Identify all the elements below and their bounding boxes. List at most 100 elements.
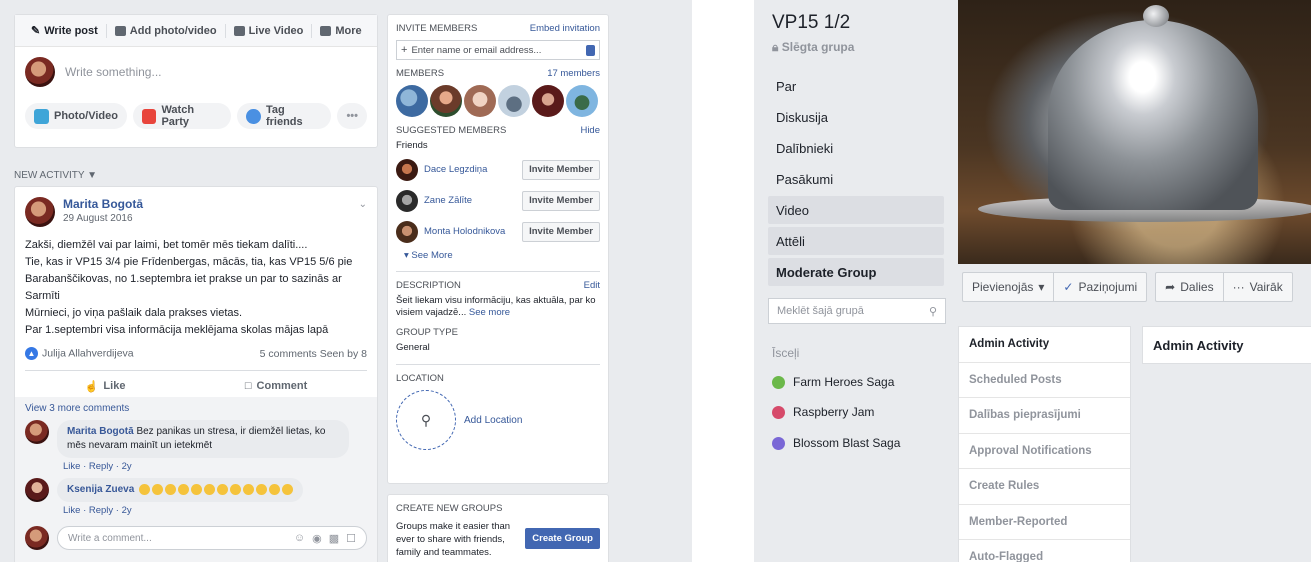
avatar[interactable] [25, 478, 49, 502]
member-avatar[interactable] [498, 85, 530, 117]
comment-input[interactable]: Write a comment... ☺ ◉ ▩ ☐ [57, 526, 367, 550]
joined-dropdown-button[interactable]: Pievienojās ▾ [963, 273, 1055, 301]
avatar[interactable] [396, 158, 418, 181]
friends-label: Friends [396, 140, 428, 151]
tab-write-post-label: Write post [44, 24, 98, 37]
description-see-more-link[interactable]: See more [469, 307, 510, 318]
group-type-header: GROUP TYPE [388, 327, 608, 338]
post-author[interactable]: Marita Bogotā [63, 197, 143, 211]
group-search-input[interactable]: Meklēt šajā grupā ⚲ [768, 298, 946, 324]
comment-actions[interactable]: Like · Reply · 2y [63, 461, 367, 472]
composer-input[interactable]: Write something... [65, 65, 161, 79]
nav-item-video[interactable]: Video [768, 196, 944, 224]
group-cover-photo[interactable] [958, 0, 1311, 264]
member-avatar[interactable] [464, 85, 496, 117]
admin-item-create-rules[interactable]: Create Rules [959, 469, 1130, 505]
tab-add-photo-video[interactable]: Add photo/video [107, 15, 225, 47]
chevron-down-icon[interactable]: ⌄ [359, 199, 367, 210]
member-avatar[interactable] [396, 85, 428, 117]
invite-member-button[interactable]: Invite Member [522, 221, 600, 242]
members-count-link[interactable]: 17 members [547, 68, 600, 79]
admin-item-member-reported[interactable]: Member-Reported [959, 505, 1130, 540]
nav-item-members[interactable]: Dalībnieki [768, 134, 944, 162]
member-avatar[interactable] [566, 85, 598, 117]
admin-item-membership-requests[interactable]: Dalības pieprasījumi [959, 398, 1130, 434]
comment-author[interactable]: Marita Bogotā [67, 426, 134, 437]
reactions-summary[interactable]: ▲ Julija Allahverdijeva [25, 347, 134, 360]
avatar[interactable] [25, 57, 55, 87]
invite-member-button[interactable]: Invite Member [522, 159, 600, 180]
shortcut-blossom-blast[interactable]: Blossom Blast Saga [772, 433, 900, 453]
tab-live-video[interactable]: Live Video [226, 15, 312, 47]
embed-invitation-link[interactable]: Embed invitation [530, 23, 600, 34]
member-avatar[interactable] [532, 85, 564, 117]
edit-description-link[interactable]: Edit [584, 280, 600, 291]
nav-item-about[interactable]: Par [768, 72, 944, 100]
comment-button[interactable]: □ Comment [245, 380, 307, 392]
add-location-link[interactable]: Add Location [464, 415, 522, 426]
nav-item-photos[interactable]: Attēli [768, 227, 944, 255]
comments-seen-count[interactable]: 5 comments Seen by 8 [260, 348, 367, 360]
shortcut-raspberry-jam[interactable]: Raspberry Jam [772, 402, 874, 422]
avatar[interactable] [396, 220, 418, 243]
new-activity-dropdown[interactable]: NEW ACTIVITY ▼ [14, 170, 97, 181]
comment-author[interactable]: Ksenija Zueva [67, 484, 134, 495]
gif-icon[interactable]: ▩ [329, 532, 339, 545]
watch-party-button[interactable]: Watch Party [132, 103, 232, 129]
admin-item-scheduled-posts[interactable]: Scheduled Posts [959, 363, 1130, 398]
address-book-icon[interactable] [586, 44, 595, 56]
crying-emoji-icon [230, 483, 242, 495]
post-line: Barabanščikovas, no 1.septembra iet prak… [25, 273, 342, 302]
admin-item-activity[interactable]: Admin Activity [959, 327, 1130, 363]
hide-suggestions-link[interactable]: Hide [580, 125, 600, 136]
post-line: Tie, kas ir VP15 3/4 pie Frīdenbergas, m… [25, 256, 353, 268]
post-date[interactable]: 29 August 2016 [63, 213, 143, 224]
notifications-button[interactable]: ✓ Paziņojumi [1054, 273, 1146, 301]
avatar[interactable] [396, 189, 418, 212]
tab-live-video-label: Live Video [248, 24, 304, 37]
emoji-icon[interactable]: ☺ [294, 532, 305, 545]
tab-write-post[interactable]: ✎ Write post [23, 15, 106, 47]
more-options-label: ••• [346, 110, 358, 122]
photo-video-button[interactable]: Photo/Video [25, 103, 127, 129]
invite-members-input[interactable]: + Enter name or email address... [396, 40, 600, 60]
crying-emoji-icon [217, 483, 229, 495]
nav-item-moderate-group[interactable]: Moderate Group [768, 258, 944, 286]
suggested-member-name[interactable]: Zane Zālīte [424, 195, 472, 206]
cover-bell-dome [1048, 20, 1258, 210]
shortcut-label: Farm Heroes Saga [793, 375, 895, 389]
more-grid-icon [320, 25, 332, 36]
shortcut-label: Raspberry Jam [793, 405, 875, 419]
tag-friends-button[interactable]: Tag friends [237, 103, 332, 129]
shortcut-farm-heroes[interactable]: Farm Heroes Saga [772, 372, 894, 392]
comment: Ksenija Zueva [25, 478, 367, 502]
avatar[interactable] [25, 420, 49, 444]
sticker-icon[interactable]: ☐ [346, 532, 356, 545]
suggested-member-name[interactable]: Dace Legzdiņa [424, 164, 487, 175]
group-title[interactable]: VP15 1/2 [772, 12, 850, 34]
nav-item-events[interactable]: Pasākumi [768, 165, 944, 193]
share-button[interactable]: ➦ Dalies [1156, 273, 1224, 301]
like-button[interactable]: ☝ Like [85, 380, 126, 393]
admin-item-auto-flagged[interactable]: Auto-Flagged [959, 540, 1130, 562]
suggested-member-info: Dace Legzdiņa [396, 158, 487, 181]
view-more-comments-link[interactable]: View 3 more comments [25, 403, 367, 414]
tab-more[interactable]: More [312, 15, 369, 47]
nav-item-discussion[interactable]: Diskusija [768, 103, 944, 131]
invite-member-button[interactable]: Invite Member [522, 190, 600, 211]
avatar[interactable] [25, 197, 55, 227]
suggested-member: Zane Zālīte Invite Member [388, 182, 608, 213]
suggested-member-name[interactable]: Monta Holodnikova [424, 226, 505, 237]
see-more-link[interactable]: ▾ See More [388, 244, 608, 261]
search-icon[interactable]: ⚲ [929, 305, 937, 318]
member-avatar[interactable] [430, 85, 462, 117]
camera-icon[interactable]: ◉ [312, 532, 322, 545]
create-group-button[interactable]: Create Group [525, 528, 600, 549]
more-options-button[interactable]: ••• [337, 103, 367, 129]
crying-emoji-icon [178, 483, 190, 495]
location-pin-icon[interactable]: ⚲ [396, 390, 456, 450]
like-label: Like [103, 380, 126, 392]
more-button[interactable]: ··· Vairāk [1224, 273, 1292, 301]
comment-actions[interactable]: Like · Reply · 2y [63, 505, 367, 516]
admin-item-approval-notifications[interactable]: Approval Notifications [959, 434, 1130, 469]
